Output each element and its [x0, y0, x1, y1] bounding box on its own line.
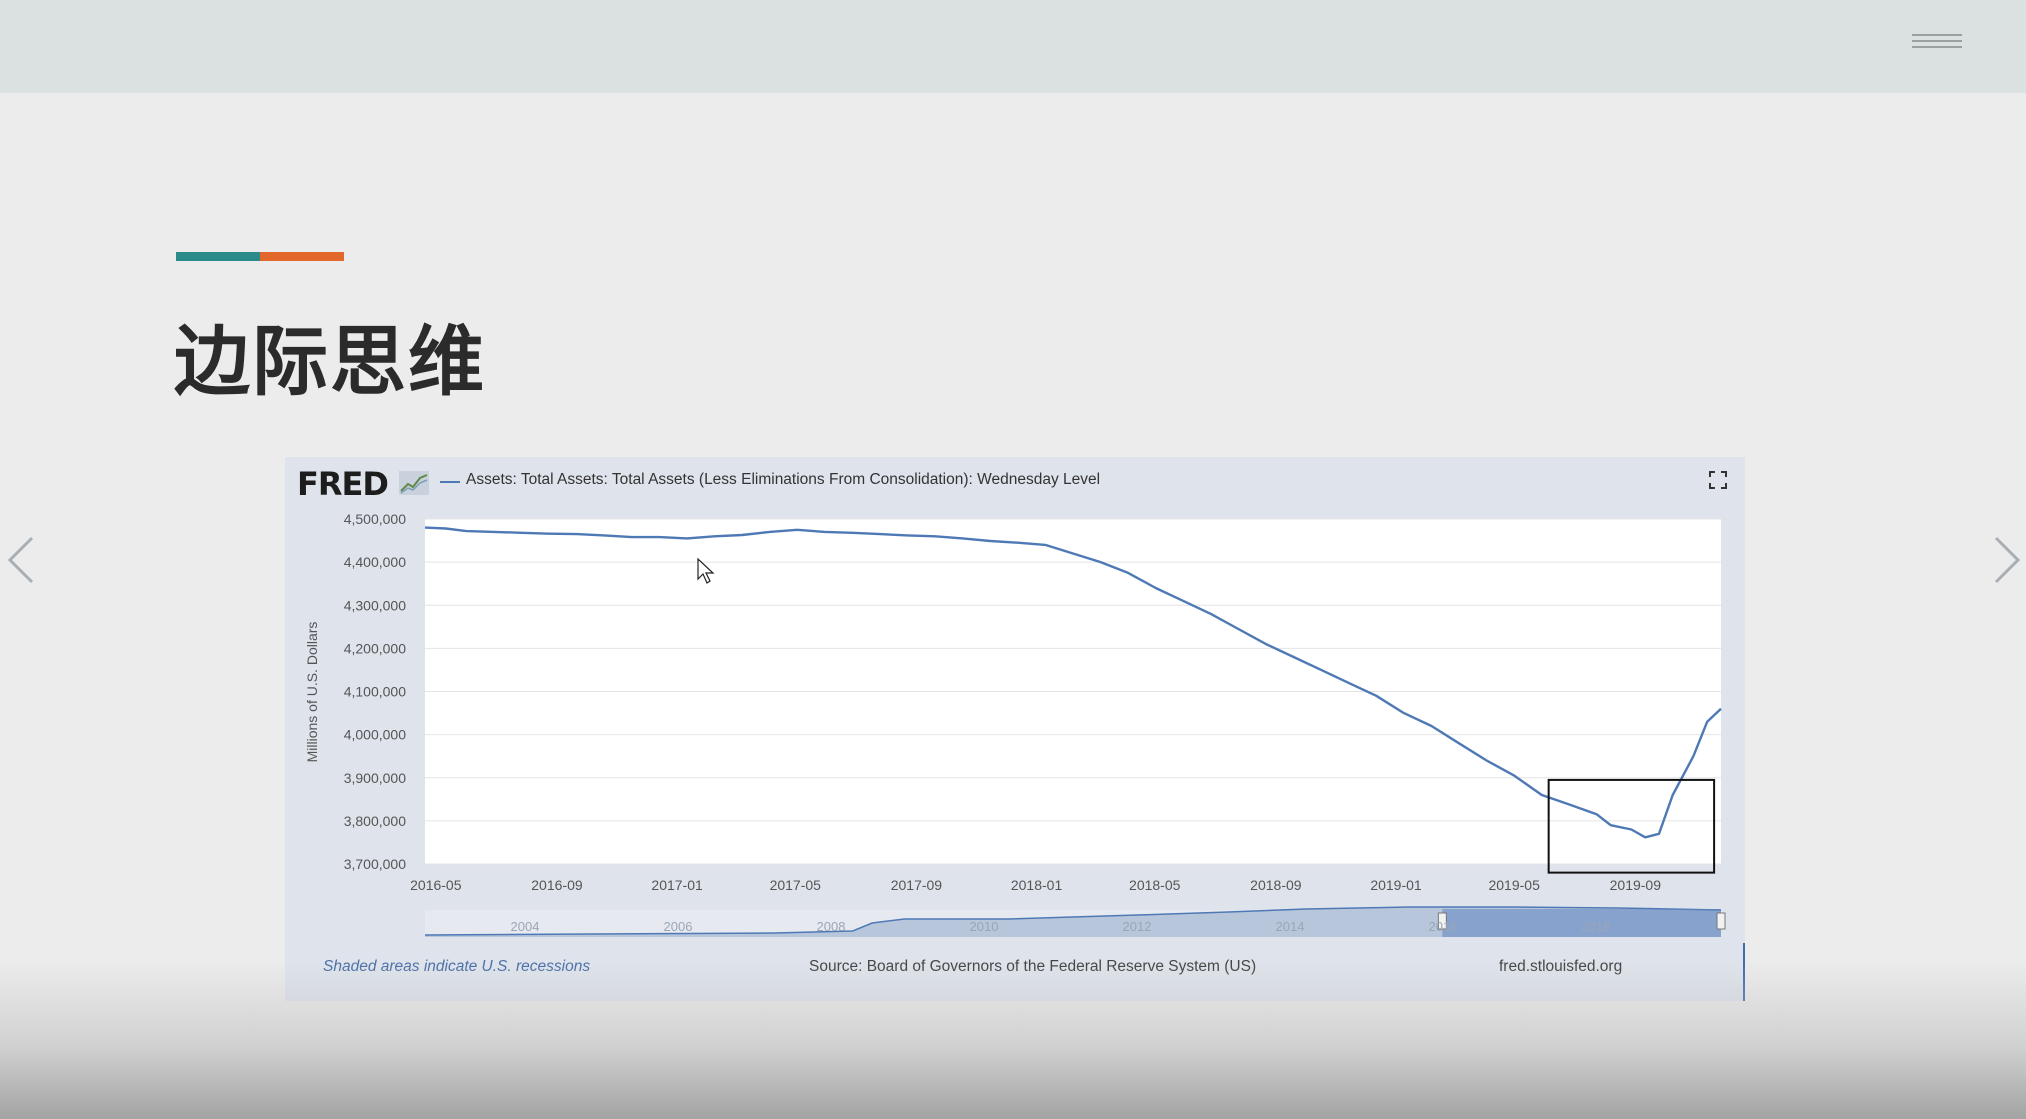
x-tick-label: 2018-05 — [1129, 877, 1181, 893]
x-tick-label: 2019-01 — [1370, 877, 1422, 893]
chart-area: 4,500,000 4,400,000 4,300,000 4,200,000 4,10… — [304, 511, 1726, 937]
panel-edge-accent — [1743, 943, 1745, 1001]
accent-teal — [176, 252, 260, 261]
chevron-right-icon — [1994, 536, 2021, 584]
navigator-year-label: 2006 — [664, 919, 693, 934]
navigator-year-label: 2016 — [1429, 919, 1458, 934]
navigator-handle-right[interactable] — [1716, 912, 1726, 930]
navigator-year-label: 2014 — [1276, 919, 1305, 934]
y-axis-label: Millions of U.S. Dollars — [304, 622, 320, 763]
x-tick-label: 2017-09 — [891, 877, 943, 893]
title-accent-bar — [176, 252, 344, 261]
y-tick-label: 4,000,000 — [344, 727, 406, 743]
y-tick-label: 3,700,000 — [344, 856, 406, 872]
accent-orange — [260, 252, 344, 261]
y-tick-label: 4,500,000 — [344, 511, 406, 527]
y-tick-label: 4,300,000 — [344, 597, 406, 613]
source-note: Source: Board of Governors of the Federa… — [809, 958, 1257, 975]
x-tick-label: 2017-05 — [770, 877, 822, 893]
y-tick-label: 3,800,000 — [344, 813, 406, 829]
x-tick-label: 2016-05 — [410, 877, 462, 893]
x-tick-label: 2018-01 — [1011, 877, 1063, 893]
top-bar — [0, 0, 2026, 93]
x-tick-label: 2019-05 — [1488, 877, 1540, 893]
chevron-left-icon — [7, 536, 34, 584]
recession-note: Shaded areas indicate U.S. recessions — [323, 958, 591, 975]
site-link[interactable]: fred.stlouisfed.org — [1499, 958, 1622, 976]
navigator-year-label: 2010 — [970, 919, 999, 934]
hamburger-menu-icon[interactable] — [1912, 34, 1962, 50]
y-tick-label: 3,900,000 — [344, 770, 406, 786]
y-tick-label: 4,200,000 — [344, 640, 406, 656]
x-tick-label: 2019-09 — [1610, 877, 1662, 893]
navigator-year-label: 2012 — [1123, 919, 1152, 934]
x-tick-label: 2017-01 — [651, 877, 703, 893]
navigator-year-label: 2004 — [511, 919, 540, 934]
x-tick-label: 2016-09 — [531, 877, 583, 893]
slide-title: 边际思维 — [174, 317, 486, 406]
next-slide-button[interactable] — [1986, 530, 2026, 590]
previous-slide-button[interactable] — [2, 530, 42, 590]
navigator-year-label: 2008 — [817, 919, 846, 934]
fred-chart-panel: FRED Assets: Total Assets: Total Assets … — [285, 457, 1745, 1001]
y-tick-label: 4,400,000 — [344, 554, 406, 570]
navigator-year-label: 2018 — [1582, 919, 1611, 934]
x-tick-label: 2018-09 — [1250, 877, 1302, 893]
y-tick-label: 4,100,000 — [344, 684, 406, 700]
